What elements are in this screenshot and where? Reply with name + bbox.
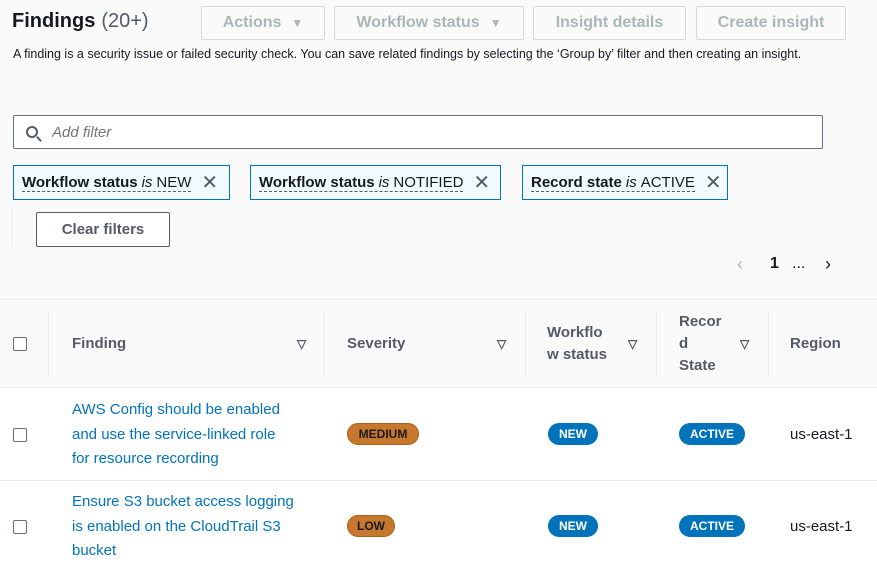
filter-token-record-active[interactable]: Record state is ACTIVE ✕ [522,165,728,200]
severity-badge: MEDIUM [347,423,419,445]
token-operator: is [625,173,637,191]
page-description: A finding is a security issue or failed … [13,47,802,61]
findings-count: (20+) [101,10,149,32]
finding-link-line: is enabled on the CloudTrail S3 [72,517,281,535]
column-header-record-state[interactable]: Recor d State ▽ [679,300,767,388]
column-header-workflow-status[interactable]: Workflo w status ▽ [547,300,655,388]
token-field: Workflow status [259,173,375,191]
page-title-text: Findings [12,10,96,32]
close-icon[interactable]: ✕ [201,173,218,193]
token-value: ACTIVE [640,173,695,191]
column-label: Region [790,335,841,352]
filter-token-workflow-notified[interactable]: Workflow status is NOTIFIED ✕ [250,165,501,200]
workflow-status-label: Workflow status [356,14,480,31]
close-icon[interactable]: ✕ [705,173,722,193]
filter-token-text: Workflow status is NOTIFIED [259,173,464,192]
finding-link[interactable]: Ensure S3 bucket access logging is enable… [72,490,294,564]
table-row: AWS Config should be enabled and use the … [0,387,877,481]
table-row: Ensure S3 bucket access logging is enable… [0,480,877,577]
column-header-severity[interactable]: Severity ▽ [347,300,522,388]
column-label: Severity [347,335,406,352]
column-divider [48,312,49,376]
filter-token-text: Workflow status is NEW [22,173,192,192]
select-all-checkbox[interactable] [13,337,27,351]
finding-link-line: bucket [72,542,117,559]
token-value: NEW [156,173,192,191]
finding-link-line: for resource recording [72,450,219,467]
token-value: NOTIFIED [393,173,464,191]
sort-icon[interactable]: ▽ [740,333,749,355]
finding-link-line: Ensure S3 bucket access logging [72,493,294,510]
actions-button[interactable]: Actions ▼ [201,6,325,40]
region-cell: us-east-1 [790,518,853,535]
search-icon [26,126,38,138]
page-number[interactable]: 1 [770,255,779,273]
column-divider [768,312,769,376]
token-operator: is [378,173,390,191]
workflow-status-button[interactable]: Workflow status ▼ [334,6,524,40]
sort-icon[interactable]: ▽ [297,333,306,355]
column-divider [656,312,657,376]
token-field: Workflow status [22,173,138,191]
create-insight-button[interactable]: Create insight [696,6,846,40]
filter-token-text: Record state is ACTIVE [531,174,695,192]
filter-input[interactable] [50,122,754,142]
token-operator: is [141,173,153,191]
row-checkbox[interactable] [13,520,27,534]
close-icon[interactable]: ✕ [473,173,490,193]
column-header-finding[interactable]: Finding ▽ [72,300,322,388]
column-label: Finding [72,335,127,352]
workflow-status-badge: NEW [548,423,598,445]
insight-details-button[interactable]: Insight details [533,6,686,40]
create-insight-label: Create insight [717,14,825,31]
column-label: Workflo w status [547,322,607,366]
sort-icon[interactable]: ▽ [628,333,637,355]
region-cell: us-east-1 [790,426,853,443]
filter-search-box[interactable] [13,115,823,149]
caret-down-icon: ▼ [489,16,502,30]
clear-filters-button[interactable]: Clear filters [36,212,170,247]
finding-link-line: and use the service-linked role [72,425,276,443]
token-field: Record state [531,173,622,191]
caret-down-icon: ▼ [291,16,304,30]
insight-details-label: Insight details [555,14,664,31]
column-label-line: Workflo [547,324,603,341]
column-label-line: d [679,335,689,352]
chevron-left-icon[interactable]: ‹ [737,254,743,275]
severity-badge: LOW [347,515,395,537]
row-checkbox[interactable] [13,428,27,442]
column-label-line: w status [547,346,608,363]
column-label: Recor d State [679,311,722,377]
workflow-status-badge: NEW [548,515,598,537]
chevron-right-icon[interactable]: › [825,254,831,275]
record-state-badge: ACTIVE [679,515,745,537]
column-divider [525,312,526,376]
finding-link[interactable]: AWS Config should be enabled and use the … [72,398,280,472]
filter-token-workflow-new[interactable]: Workflow status is NEW ✕ [13,165,230,200]
column-divider [324,312,325,376]
page-ellipsis: ... [792,255,806,272]
actions-label: Actions [222,14,282,31]
finding-link-line: AWS Config should be enabled [72,401,280,418]
record-state-badge: ACTIVE [679,423,745,445]
column-header-region[interactable]: Region [790,300,877,388]
column-label-line: Recor [679,313,722,330]
page-title: Findings (20+) [12,10,149,33]
divider [12,207,13,247]
column-label-line: State [679,357,716,374]
sort-icon[interactable]: ▽ [497,333,506,355]
